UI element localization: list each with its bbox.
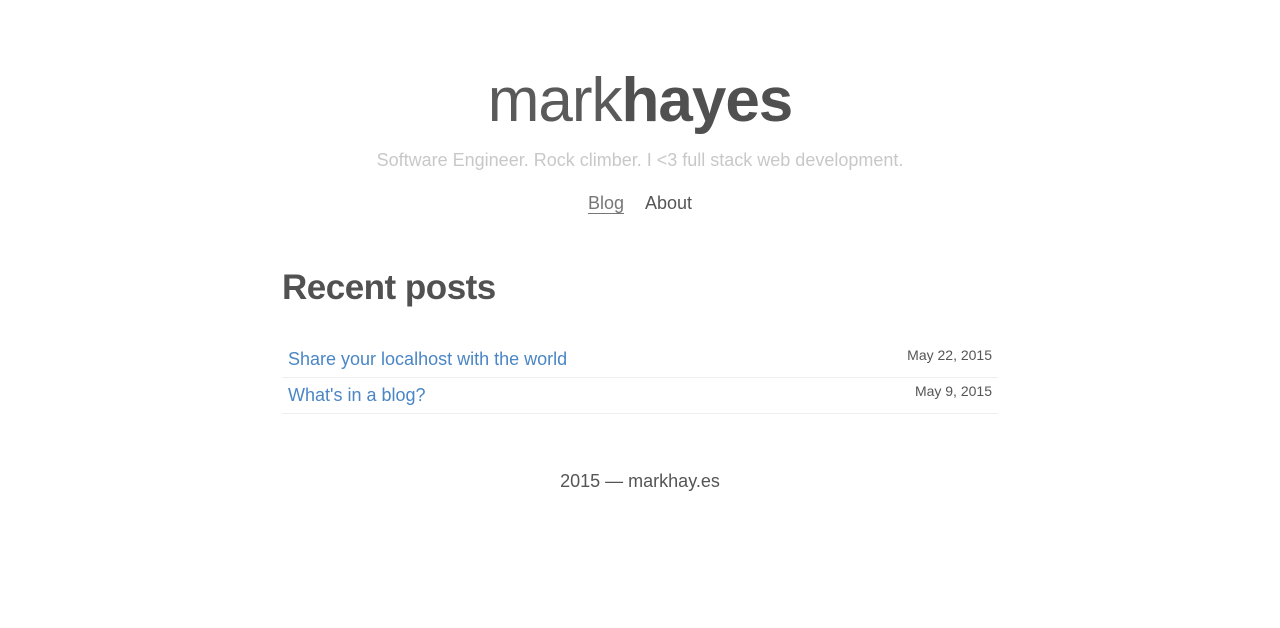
footer-text: 2015 — markhay.es bbox=[560, 471, 720, 491]
post-date: May 9, 2015 bbox=[914, 383, 992, 399]
main-content: Recent posts Share your localhost with t… bbox=[282, 262, 998, 414]
post-link[interactable]: What's in a blog? bbox=[288, 378, 426, 412]
page-title: Recent posts bbox=[282, 268, 496, 307]
nav-item-blog[interactable]: Blog bbox=[588, 193, 630, 213]
post-date: May 22, 2015 bbox=[907, 347, 992, 363]
logo-last-name: hayes bbox=[621, 66, 793, 135]
list-item: Share your localhost with the world May … bbox=[282, 342, 998, 378]
site-footer: 2015 — markhay.es bbox=[0, 469, 1280, 493]
site-logo-link[interactable]: markhayes bbox=[0, 66, 1280, 136]
logo-first-name: mark bbox=[487, 66, 623, 135]
nav-item-about[interactable]: About bbox=[645, 193, 692, 213]
main-nav: Blog About bbox=[0, 191, 1280, 215]
list-item: What's in a blog? May 9, 2015 bbox=[282, 378, 998, 414]
site-tagline: Software Engineer. Rock climber. I <3 fu… bbox=[376, 150, 904, 170]
post-list: Share your localhost with the world May … bbox=[282, 342, 998, 414]
post-link[interactable]: Share your localhost with the world bbox=[288, 342, 567, 376]
